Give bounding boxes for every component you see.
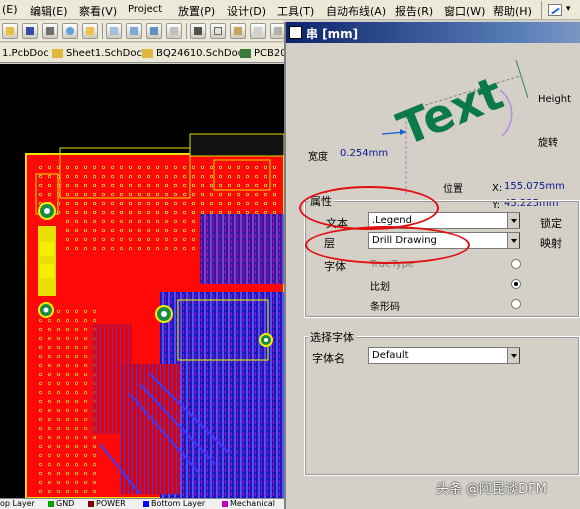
toolbar: [0, 20, 286, 42]
height-label: Height: [538, 94, 572, 105]
font-name-label: 字体名: [312, 352, 345, 365]
text-tool-icon: [289, 26, 302, 39]
menu-design[interactable]: 设计(D): [227, 3, 266, 19]
zoom-area-icon[interactable]: [126, 23, 142, 39]
text-preview: Text Height 旋转 宽度 0.254mm 位置 X: 155.075m…: [288, 46, 580, 216]
font-radio-stroke[interactable]: [511, 279, 521, 289]
menu-view[interactable]: 察看(V): [79, 3, 117, 19]
pcb-canvas[interactable]: [0, 64, 284, 498]
font-label: 字体: [324, 260, 346, 273]
open-icon[interactable]: [2, 23, 18, 39]
print-icon[interactable]: [42, 23, 58, 39]
pcb-icon: [240, 49, 251, 58]
font-option-stroke: 比划: [370, 282, 390, 293]
menu-place[interactable]: 放置(P): [178, 3, 215, 19]
layer-tab-mechanical[interactable]: Mechanical: [222, 499, 275, 509]
folder-icon[interactable]: [82, 23, 98, 39]
layer-tab-power[interactable]: POWER: [88, 499, 126, 509]
tab-label: BQ24610.SchDoc: [156, 48, 244, 59]
layer-label: 层: [324, 237, 335, 250]
font-name-value: Default: [372, 350, 409, 361]
text-combobox[interactable]: .Legend: [368, 212, 520, 229]
copy-icon[interactable]: [210, 23, 226, 39]
zoom-icon[interactable]: [62, 23, 78, 39]
select-icon[interactable]: [250, 23, 266, 39]
layer-name: GND: [56, 499, 75, 508]
chevron-down-icon[interactable]: [507, 213, 520, 228]
tab-pcbdoc[interactable]: 1.PcbDoc: [0, 45, 49, 62]
sample-text-glyph: Text: [390, 66, 510, 157]
menu-window[interactable]: 窗口(W): [444, 3, 485, 19]
menu-tools[interactable]: 工具(T): [277, 3, 314, 19]
tab-sheet1[interactable]: Sheet1.SchDoc: [50, 45, 142, 62]
save-icon[interactable]: [22, 23, 38, 39]
dialog-title-bar[interactable]: 串 [mm]: [286, 22, 580, 43]
layer-tab-bottom[interactable]: Bottom Layer: [143, 499, 205, 509]
fit-icon[interactable]: [106, 23, 122, 39]
pcb-board-graphic: [25, 133, 284, 498]
string-properties-dialog: 串 [mm] Text Height 旋转 宽度 0.254mm 位置 X: 1…: [284, 22, 580, 509]
mirror-label: 映射: [540, 237, 562, 250]
layer-color-swatch: [143, 501, 149, 507]
tab-bq24610[interactable]: BQ24610.SchDoc: [140, 45, 243, 62]
layer-name: Bottom Layer: [151, 499, 206, 508]
tab-label: Sheet1.SchDoc: [66, 48, 142, 59]
menu-project[interactable]: Project: [128, 4, 162, 15]
cut-icon[interactable]: [190, 23, 206, 39]
document-tabs: 1.PcbDoc Sheet1.SchDoc BQ24610.SchDoc PC…: [0, 43, 287, 63]
select-font-group-label: 选择字体: [308, 329, 356, 345]
layer-combobox[interactable]: Drill Drawing: [368, 232, 520, 249]
layer-value: Drill Drawing: [372, 235, 437, 246]
chevron-down-icon[interactable]: [507, 233, 520, 248]
menu-edit-partial[interactable]: (E): [2, 3, 18, 16]
font-radio-truetype[interactable]: [511, 259, 521, 269]
font-name-combobox[interactable]: Default: [368, 347, 520, 364]
menu-bar: (E) 编辑(E) 察看(V) Project 放置(P) 设计(D) 工具(T…: [0, 0, 580, 20]
lock-label: 锁定: [540, 217, 562, 230]
width-value: 0.254mm: [340, 148, 389, 159]
layer-color-swatch: [88, 501, 94, 507]
location-label: 位置: [443, 184, 463, 195]
font-radio-barcode[interactable]: [511, 299, 521, 309]
layer-color-swatch: [222, 501, 228, 507]
dialog-title: 串 [mm]: [306, 27, 359, 41]
layer-tab-gnd[interactable]: GND: [48, 499, 74, 509]
tab-label: PCB20: [254, 48, 287, 59]
pen-icon: [548, 4, 562, 16]
cross-probe-icon[interactable]: [166, 23, 182, 39]
layer-tabs: op Layer GND POWER Bottom Layer Mechanic…: [0, 498, 284, 509]
text-label: 文本: [326, 217, 348, 230]
width-label: 宽度: [308, 152, 328, 163]
chevron-down-icon: ▾: [566, 4, 571, 14]
layer-tab-top[interactable]: op Layer: [0, 499, 35, 509]
layer-name: POWER: [96, 499, 126, 508]
layer-name: Mechanical: [230, 499, 276, 508]
menu-help[interactable]: 帮助(H): [493, 3, 532, 19]
font-option-barcode: 条形码: [370, 302, 400, 313]
menu-edit[interactable]: 编辑(E): [30, 3, 68, 19]
schematic-icon: [52, 49, 63, 58]
tab-label: 1.PcbDoc: [2, 48, 49, 59]
schematic-icon: [142, 49, 153, 58]
chevron-down-icon[interactable]: [507, 348, 520, 363]
rotation-label: 旋转: [538, 138, 558, 149]
tab-pcb20[interactable]: PCB20: [238, 45, 287, 62]
layer-color-swatch: [48, 501, 54, 507]
pen-dropdown-button[interactable]: ▾: [541, 1, 579, 19]
layer-name: op Layer: [0, 499, 35, 508]
text-value: .Legend: [372, 215, 412, 226]
menu-autoroute[interactable]: 自动布线(A): [326, 3, 386, 19]
properties-group-label: 属性: [308, 193, 334, 209]
zoom-select-icon[interactable]: [146, 23, 162, 39]
font-option-truetype: TrueType: [370, 259, 415, 270]
x-value: 155.075mm: [504, 181, 565, 192]
watermark-text: 头条 @阿昆谈DFM: [436, 482, 547, 497]
menu-reports[interactable]: 报告(R): [395, 3, 433, 19]
x-label: X:: [492, 183, 503, 194]
paste-icon[interactable]: [230, 23, 246, 39]
